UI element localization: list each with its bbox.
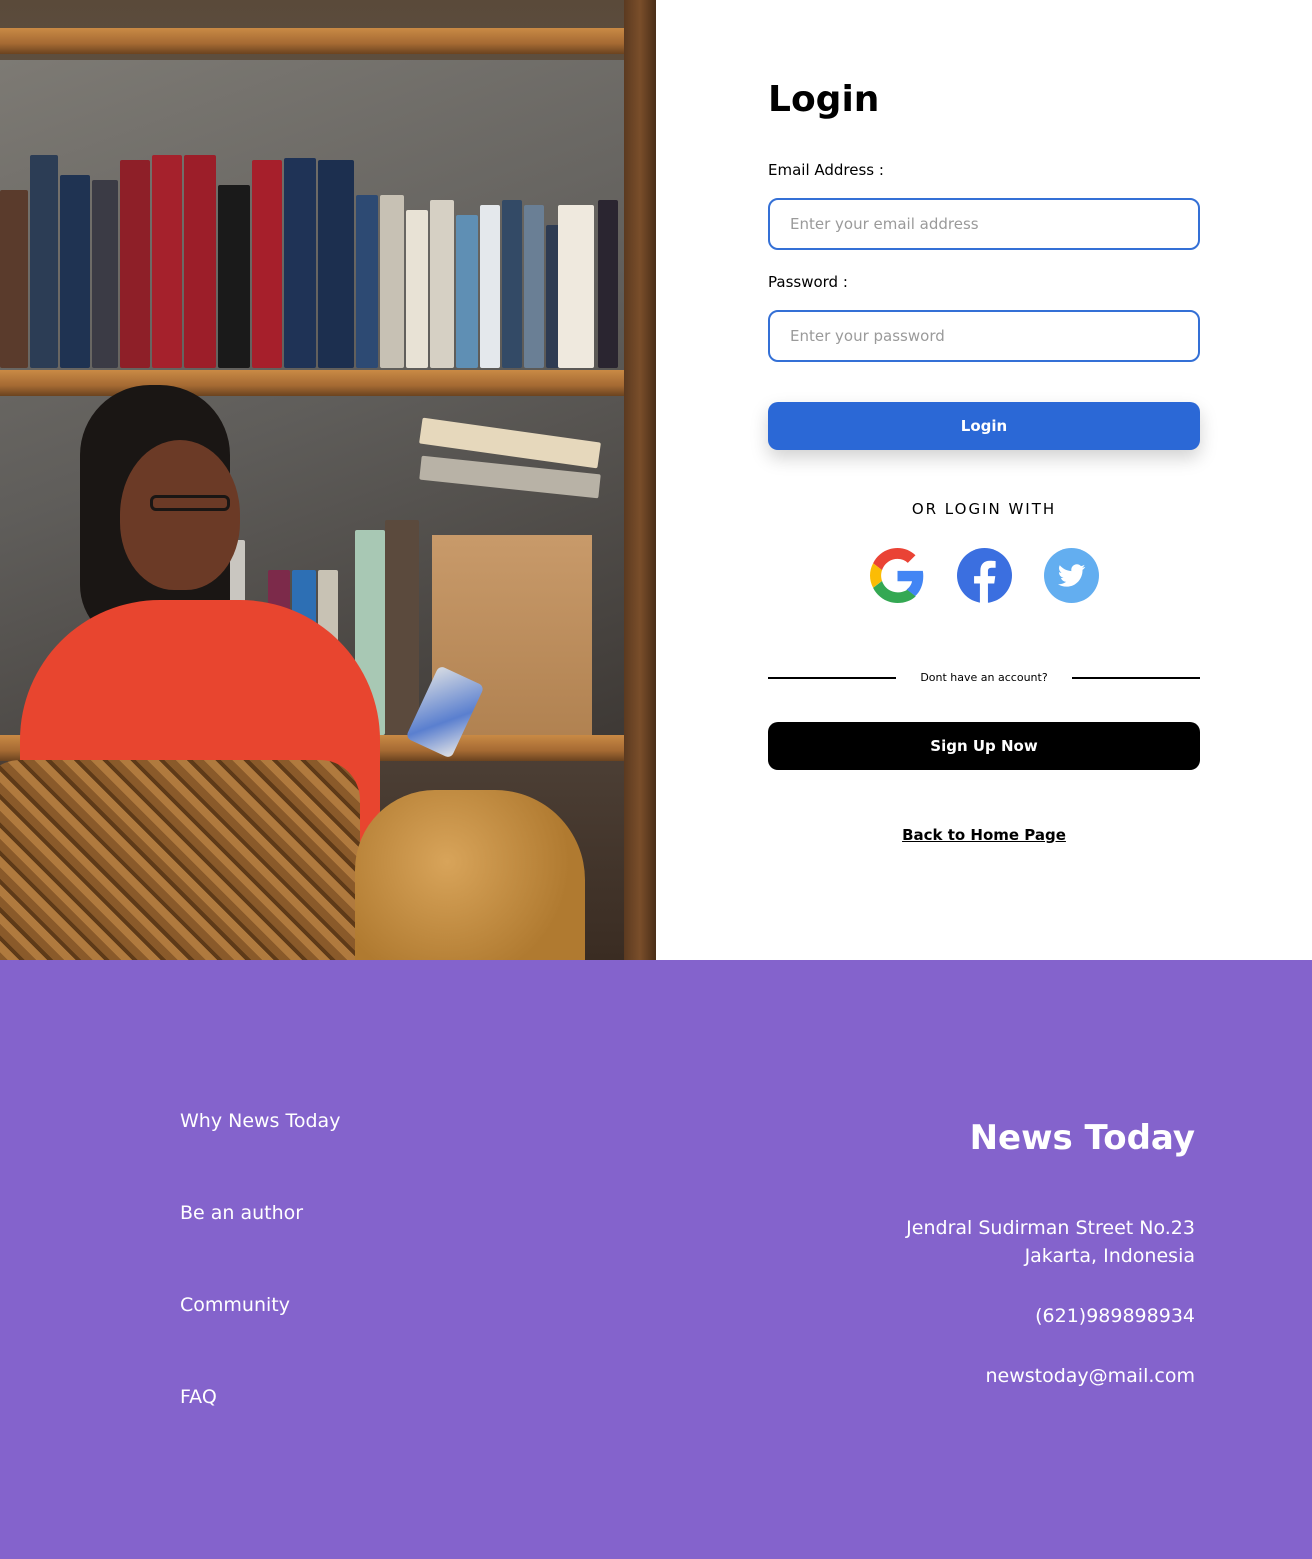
password-label: Password : — [768, 273, 848, 291]
login-title: Login — [768, 79, 880, 120]
login-button[interactable]: Login — [768, 402, 1200, 450]
photo-book — [0, 190, 28, 368]
photo-face — [120, 440, 240, 590]
footer-brand: News Today — [969, 1118, 1195, 1158]
site-footer: Why News Today Be an author Community FA… — [0, 960, 1312, 1559]
email-input[interactable] — [768, 198, 1200, 250]
address-line-2: Jakarta, Indonesia — [1024, 1245, 1195, 1267]
photo-book — [456, 215, 478, 368]
photo-shelf-top — [0, 28, 636, 54]
photo-shelf-middle — [0, 370, 636, 396]
or-login-with-text: OR LOGIN WITH — [911, 500, 1057, 518]
no-account-text: Dont have an account? — [920, 671, 1048, 684]
footer-phone: (621)989898934 — [1035, 1305, 1195, 1327]
photo-book — [92, 180, 118, 368]
address-line-1: Jendral Sudirman Street No.23 — [906, 1217, 1195, 1239]
photo-book — [252, 160, 282, 368]
footer-contact: News Today Jendral Sudirman Street No.23… — [906, 1116, 1195, 1390]
footer-nav: Why News Today Be an author Community FA… — [180, 1108, 340, 1476]
footer-link-community[interactable]: Community — [180, 1292, 340, 1318]
photo-book — [284, 158, 316, 368]
photo-book — [152, 155, 182, 368]
photo-wood-post — [624, 0, 656, 960]
photo-glasses — [150, 495, 230, 511]
photo-book — [356, 195, 378, 368]
login-section: Login Email Address : Password : Login O… — [0, 0, 1312, 960]
photo-book — [598, 200, 618, 368]
photo-book — [480, 205, 500, 368]
footer-email: newstoday@mail.com — [985, 1365, 1195, 1387]
hero-photo — [0, 0, 656, 960]
photo-book — [558, 205, 594, 368]
photo-book — [60, 175, 90, 368]
no-account-divider: Dont have an account? — [768, 671, 1200, 684]
footer-link-be-an-author[interactable]: Be an author — [180, 1200, 340, 1226]
google-icon[interactable] — [869, 548, 925, 603]
photo-book — [318, 160, 354, 368]
photo-wicker-chair — [0, 760, 360, 960]
photo-book — [406, 210, 428, 368]
facebook-icon[interactable] — [956, 548, 1012, 603]
footer-link-faq[interactable]: FAQ — [180, 1384, 340, 1410]
twitter-icon[interactable] — [1043, 548, 1099, 603]
password-input[interactable] — [768, 310, 1200, 362]
footer-address: Jendral Sudirman Street No.23 Jakarta, I… — [906, 1214, 1195, 1270]
divider-line-right — [1072, 676, 1200, 679]
sign-up-button[interactable]: Sign Up Now — [768, 722, 1200, 770]
photo-book — [385, 520, 419, 735]
social-login-row — [768, 548, 1200, 603]
photo-book — [430, 200, 454, 368]
divider-line-left — [768, 676, 896, 679]
photo-book — [380, 195, 404, 368]
email-label: Email Address : — [768, 161, 884, 179]
login-panel: Login Email Address : Password : Login O… — [656, 0, 1312, 960]
photo-book — [30, 155, 58, 368]
photo-book — [524, 205, 544, 368]
photo-book — [120, 160, 150, 368]
login-form: Login Email Address : Password : Login O… — [768, 76, 1200, 844]
back-to-home-link[interactable]: Back to Home Page — [768, 826, 1200, 844]
photo-book — [184, 155, 216, 368]
photo-backpack — [355, 790, 585, 960]
photo-book — [502, 200, 522, 368]
footer-link-why-news-today[interactable]: Why News Today — [180, 1108, 340, 1134]
photo-book — [218, 185, 250, 368]
